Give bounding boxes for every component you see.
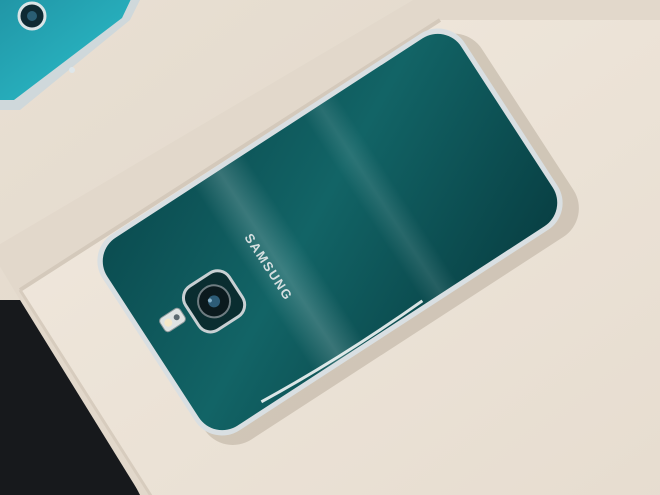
photo-canvas: SAMSUNG bbox=[0, 0, 660, 495]
product-photo: SAMSUNG bbox=[0, 0, 660, 495]
